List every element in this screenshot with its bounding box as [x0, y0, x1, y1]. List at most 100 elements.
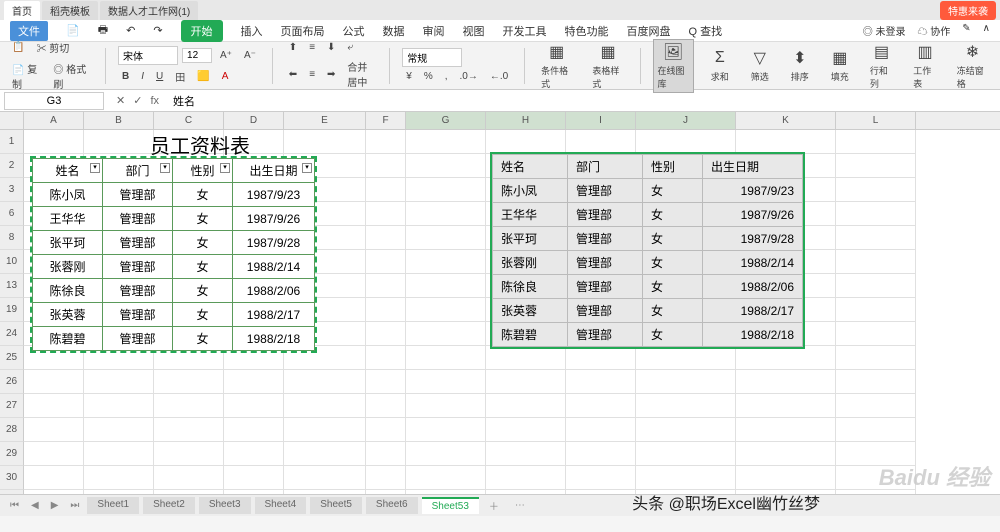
- cell[interactable]: [836, 370, 916, 394]
- row-header[interactable]: 10: [0, 250, 24, 274]
- filter-button[interactable]: ▽筛选: [746, 46, 774, 85]
- cell[interactable]: [406, 442, 486, 466]
- font-color-button[interactable]: A: [218, 69, 233, 84]
- row-header[interactable]: 2: [0, 154, 24, 178]
- table-cell[interactable]: 1988/2/06: [233, 279, 315, 303]
- row-header[interactable]: 13: [0, 274, 24, 298]
- cell[interactable]: [406, 202, 486, 226]
- cell[interactable]: [84, 394, 154, 418]
- cell[interactable]: [84, 370, 154, 394]
- table-cell[interactable]: 女: [173, 327, 233, 351]
- align-center-button[interactable]: ≡: [305, 67, 319, 82]
- select-all-corner[interactable]: [0, 112, 24, 129]
- table-cell[interactable]: 1988/2/18: [233, 327, 315, 351]
- cell[interactable]: [406, 226, 486, 250]
- cell[interactable]: [566, 370, 636, 394]
- sheet-tab[interactable]: Sheet6: [366, 497, 418, 514]
- cell[interactable]: [366, 202, 406, 226]
- cell[interactable]: [366, 394, 406, 418]
- cell[interactable]: [366, 274, 406, 298]
- conditional-format-button[interactable]: ▦条件格式: [537, 40, 576, 92]
- row-header[interactable]: 6: [0, 202, 24, 226]
- table-header[interactable]: 性别: [643, 155, 703, 179]
- table-cell[interactable]: 1988/2/17: [703, 299, 803, 323]
- cell[interactable]: [566, 394, 636, 418]
- cell[interactable]: [224, 442, 284, 466]
- table-header[interactable]: 姓名: [493, 155, 568, 179]
- col-header[interactable]: H: [486, 112, 566, 129]
- table-header[interactable]: 部门▾: [103, 159, 173, 183]
- table-header[interactable]: 姓名▾: [33, 159, 103, 183]
- table-cell[interactable]: 1987/9/28: [703, 227, 803, 251]
- table-cell[interactable]: 1988/2/14: [233, 255, 315, 279]
- table-cell[interactable]: 女: [173, 207, 233, 231]
- cell[interactable]: [224, 370, 284, 394]
- cell[interactable]: [284, 370, 366, 394]
- table-cell[interactable]: 管理部: [568, 203, 643, 227]
- cell[interactable]: [84, 418, 154, 442]
- cut-button[interactable]: ✂ 剪切: [32, 38, 73, 57]
- table-cell[interactable]: 1987/9/23: [703, 179, 803, 203]
- table-cell[interactable]: 张蓉刚: [33, 255, 103, 279]
- decrease-font-button[interactable]: A⁻: [240, 48, 260, 63]
- cell[interactable]: [366, 442, 406, 466]
- ribbon-tab[interactable]: 数据: [383, 23, 405, 39]
- row-header[interactable]: 28: [0, 418, 24, 442]
- row-header[interactable]: 30: [0, 466, 24, 490]
- table-cell[interactable]: 陈徐良: [493, 275, 568, 299]
- font-size-combo[interactable]: 12: [182, 48, 212, 63]
- cell[interactable]: [24, 394, 84, 418]
- cell[interactable]: [836, 274, 916, 298]
- table-cell[interactable]: 管理部: [103, 207, 173, 231]
- row-header[interactable]: 8: [0, 226, 24, 250]
- col-header[interactable]: L: [836, 112, 916, 129]
- cell[interactable]: [406, 370, 486, 394]
- cell[interactable]: [84, 442, 154, 466]
- sheet-tab[interactable]: Sheet2: [143, 497, 195, 514]
- italic-button[interactable]: I: [137, 69, 148, 84]
- cell[interactable]: [836, 226, 916, 250]
- ribbon-tab[interactable]: 插入: [241, 23, 263, 39]
- table-cell[interactable]: 女: [643, 275, 703, 299]
- cell[interactable]: [566, 466, 636, 490]
- fx-cancel-icon[interactable]: ✕: [116, 94, 125, 107]
- table-cell[interactable]: 1987/9/28: [233, 231, 315, 255]
- cell[interactable]: [366, 418, 406, 442]
- cell[interactable]: [24, 442, 84, 466]
- table-cell[interactable]: 1988/2/18: [703, 323, 803, 347]
- table-cell[interactable]: 1988/2/06: [703, 275, 803, 299]
- format-painter-button[interactable]: ◎ 格式刷: [49, 59, 93, 93]
- qat-redo-icon[interactable]: ↷: [153, 24, 162, 37]
- cell[interactable]: [836, 178, 916, 202]
- ribbon-tab[interactable]: 审阅: [423, 23, 445, 39]
- cell[interactable]: [24, 370, 84, 394]
- decrease-decimal-button[interactable]: ←.0: [486, 69, 512, 84]
- align-left-button[interactable]: ⬅: [285, 67, 301, 82]
- row-header[interactable]: 26: [0, 370, 24, 394]
- cell[interactable]: [406, 322, 486, 346]
- table-header[interactable]: 出生日期▾: [233, 159, 315, 183]
- increase-font-button[interactable]: A⁺: [216, 48, 236, 63]
- row-header[interactable]: 27: [0, 394, 24, 418]
- cell[interactable]: [224, 394, 284, 418]
- table-cell[interactable]: 女: [643, 179, 703, 203]
- edit-icon[interactable]: ✎: [962, 23, 970, 38]
- cell[interactable]: [636, 394, 736, 418]
- cell[interactable]: [486, 346, 566, 370]
- ribbon-tab[interactable]: 特色功能: [565, 23, 609, 39]
- cell[interactable]: [154, 370, 224, 394]
- row-header[interactable]: 19: [0, 298, 24, 322]
- filter-icon[interactable]: ▾: [302, 163, 312, 173]
- table-cell[interactable]: 女: [643, 299, 703, 323]
- ribbon-tab[interactable]: 公式: [343, 23, 365, 39]
- cell[interactable]: [406, 466, 486, 490]
- sort-button[interactable]: ⬍排序: [786, 46, 814, 85]
- wrap-text-button[interactable]: ⤶: [343, 40, 357, 55]
- row-header[interactable]: 3: [0, 178, 24, 202]
- cell[interactable]: [366, 250, 406, 274]
- table-cell[interactable]: 王华华: [33, 207, 103, 231]
- document-tab[interactable]: 数据人才工作网(1): [100, 1, 198, 20]
- row-header[interactable]: 1: [0, 130, 24, 154]
- cell[interactable]: [366, 130, 406, 154]
- comma-button[interactable]: ,: [441, 69, 452, 84]
